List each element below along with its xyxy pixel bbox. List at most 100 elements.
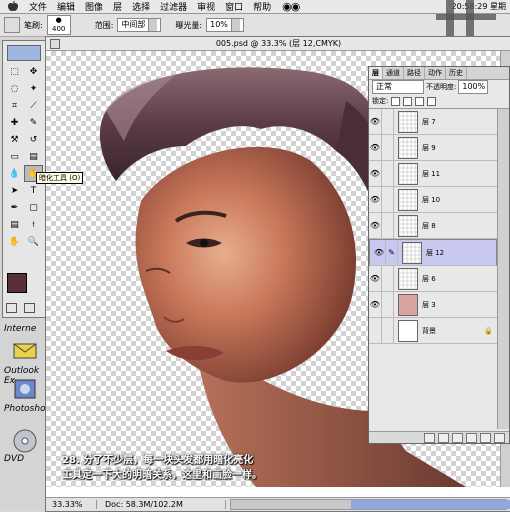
photoshop-desktop-icon[interactable]: Photosho (4, 378, 46, 414)
link-slot[interactable] (382, 266, 394, 291)
brush-picker[interactable]: ● 400 (46, 15, 71, 35)
blur-tool[interactable]: 💧 (5, 165, 24, 182)
menu-edit[interactable]: 编辑 (57, 0, 75, 13)
tab-paths[interactable]: 路径 (404, 67, 425, 79)
zoom-level[interactable]: 33.33% (46, 500, 97, 509)
layer-row[interactable]: 👁 层 3 (369, 292, 497, 318)
lock-all-checkbox[interactable] (427, 96, 437, 106)
new-layer-icon[interactable] (480, 432, 491, 443)
trash-icon[interactable] (494, 432, 505, 443)
layers-scrollbar[interactable] (497, 109, 509, 429)
document-titlebar[interactable]: 005.psd @ 33.3% (层 12,CMYK) (46, 37, 510, 51)
menu-layer[interactable]: 层 (113, 0, 122, 13)
layer-style-icon[interactable] (424, 432, 435, 443)
layer-row[interactable]: 👁 层 9 (369, 135, 497, 161)
layer-row[interactable]: 👁 层 8 (369, 213, 497, 239)
lock-image-checkbox[interactable] (403, 96, 413, 106)
layer-row[interactable]: 👁 层 10 (369, 187, 497, 213)
menu-image[interactable]: 图像 (85, 0, 103, 13)
tab-layers[interactable]: 层 (369, 67, 383, 79)
lasso-tool[interactable]: ◌ (5, 80, 24, 97)
apple-menu-icon[interactable] (6, 1, 20, 12)
standard-mode-icon[interactable] (6, 303, 17, 313)
eraser-tool[interactable]: ▭ (5, 148, 24, 165)
link-slot[interactable] (382, 135, 394, 160)
layer-list: 👁 层 7 👁 层 9 👁 层 11 👁 层 10 👁 层 8 👁 ✎ 层 12 👁 层 6 👁… (369, 109, 497, 344)
link-slot[interactable] (382, 109, 394, 134)
link-slot[interactable] (382, 187, 394, 212)
healing-brush-tool[interactable]: ✚ (5, 114, 24, 131)
layer-row[interactable]: 👁 层 11 (369, 161, 497, 187)
blend-mode-select[interactable]: 正常 (372, 80, 424, 94)
lock-row: 锁定: (369, 94, 509, 109)
menu-help[interactable]: 帮助 (253, 0, 271, 13)
layer-thumbnail (398, 162, 418, 185)
crop-tool[interactable]: ⌗ (5, 97, 24, 114)
layer-name: 层 8 (422, 221, 436, 230)
marquee-tool[interactable]: ⬚ (5, 63, 24, 80)
menu-select[interactable]: 选择 (132, 0, 150, 13)
caption-line-2: 工具定一下大的明暗关系，这里和画脸一样。 (62, 470, 262, 481)
eye-icon[interactable]: 👁 (369, 109, 382, 134)
add-mask-icon[interactable] (438, 432, 449, 443)
tab-actions[interactable]: 动作 (425, 67, 446, 79)
magic-wand-tool[interactable]: ✦ (24, 80, 43, 97)
layer-row[interactable]: 👁 层 6 (369, 266, 497, 292)
range-select[interactable]: 中间部 (117, 18, 162, 32)
eye-icon[interactable]: 👁 (369, 135, 382, 160)
menu-view[interactable]: 审视 (197, 0, 215, 13)
screen-mode-buttons[interactable] (6, 303, 40, 313)
link-slot[interactable] (382, 292, 394, 317)
close-icon[interactable] (50, 39, 60, 49)
menu-filter[interactable]: 过滤器 (160, 0, 187, 13)
link-slot[interactable] (382, 161, 394, 186)
clone-stamp-tool[interactable]: ⚒ (5, 131, 24, 148)
brush-tool[interactable]: ✎ (24, 114, 43, 131)
layer-name: 层 9 (422, 143, 436, 152)
type-tool[interactable]: T (24, 182, 43, 199)
eye-icon[interactable]: 👁 (369, 161, 382, 186)
eye-hidden-slot[interactable] (369, 318, 382, 343)
opacity-input[interactable]: 100% (458, 80, 489, 94)
eyedropper-tool[interactable]: ⟊ (24, 216, 43, 233)
foreground-color-swatch[interactable] (7, 273, 27, 293)
lock-position-checkbox[interactable] (415, 96, 425, 106)
slice-tool[interactable]: ⟋ (24, 97, 43, 114)
link-slot[interactable] (382, 213, 394, 238)
document-size[interactable]: Doc: 58.3M/102.2M (97, 500, 226, 509)
quickmask-mode-icon[interactable] (23, 303, 35, 313)
zoom-tool[interactable]: 🔍 (24, 233, 43, 250)
tab-channels[interactable]: 通道 (383, 67, 404, 79)
layer-thumbnail (398, 293, 418, 316)
tab-history[interactable]: 历史 (446, 67, 467, 79)
brush-icon[interactable]: ✎ (386, 240, 398, 265)
lock-transparency-checkbox[interactable] (391, 96, 401, 106)
eye-icon[interactable]: 👁 (369, 187, 382, 212)
path-select-tool[interactable]: ➤ (5, 182, 24, 199)
gradient-tool[interactable]: ▤ (24, 148, 43, 165)
scrollbar-thumb[interactable] (351, 500, 510, 509)
eye-icon[interactable]: 👁 (373, 240, 386, 265)
layer-row[interactable]: 👁 层 7 (369, 109, 497, 135)
eye-icon[interactable]: 👁 (369, 266, 382, 291)
dvd-desktop-icon[interactable]: DVD (4, 428, 44, 464)
pen-tool[interactable]: ✒ (5, 199, 24, 216)
history-brush-tool[interactable]: ↺ (24, 131, 43, 148)
horizontal-scrollbar[interactable] (230, 499, 510, 510)
layer-row-selected[interactable]: 👁 ✎ 层 12 (369, 239, 497, 266)
layer-row[interactable]: 背景 🔒 (369, 318, 497, 344)
menu-file[interactable]: 文件 (29, 0, 47, 13)
eye-icon[interactable]: 👁 (369, 292, 382, 317)
new-set-icon[interactable] (452, 432, 463, 443)
menu-window[interactable]: 窗口 (225, 0, 243, 13)
move-tool[interactable]: ✥ (24, 63, 43, 80)
exposure-input[interactable]: 10% (206, 18, 244, 32)
notes-tool[interactable]: ▤ (5, 216, 24, 233)
tool-preset-picker[interactable] (4, 17, 20, 33)
link-slot[interactable] (382, 318, 394, 343)
eye-icon[interactable]: 👁 (369, 213, 382, 238)
adjustment-layer-icon[interactable] (466, 432, 477, 443)
hand-tool[interactable]: ✋ (5, 233, 24, 250)
photoshop-logo[interactable] (7, 45, 41, 61)
shape-tool[interactable]: ▢ (24, 199, 43, 216)
